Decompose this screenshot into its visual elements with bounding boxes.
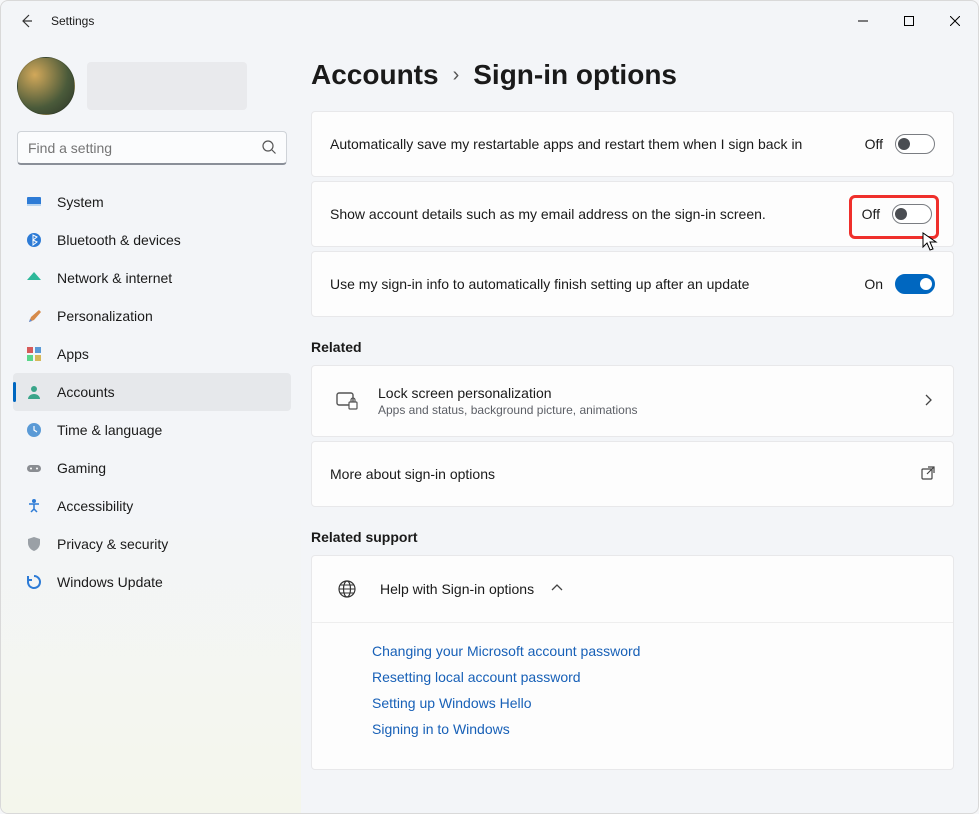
nav-item-gaming[interactable]: Gaming <box>13 449 291 487</box>
nav-label: System <box>57 194 104 210</box>
nav-label: Privacy & security <box>57 536 168 552</box>
breadcrumb-parent[interactable]: Accounts <box>311 59 439 91</box>
setting-auto-finish-setup: Use my sign-in info to automatically fin… <box>311 251 954 317</box>
toggle-state-label: Off <box>862 206 880 222</box>
toggle-auto-setup[interactable] <box>895 274 935 294</box>
globe-icon <box>330 572 364 606</box>
nav-item-apps[interactable]: Apps <box>13 335 291 373</box>
profile-name-placeholder <box>87 62 247 110</box>
back-button[interactable] <box>9 3 45 39</box>
help-link-change-ms-password[interactable]: Changing your Microsoft account password <box>372 643 935 659</box>
close-icon <box>950 16 960 26</box>
related-heading: Related <box>311 339 954 355</box>
nav-item-system[interactable]: System <box>13 183 291 221</box>
nav-label: Network & internet <box>57 270 172 286</box>
chevron-right-icon <box>921 393 935 410</box>
toggle-auto-restart[interactable] <box>895 134 935 154</box>
setting-label: Use my sign-in info to automatically fin… <box>330 276 850 292</box>
close-button[interactable] <box>932 5 978 37</box>
nav-item-accounts[interactable]: Accounts <box>13 373 291 411</box>
chevron-up-icon <box>550 581 564 598</box>
apps-icon <box>25 345 43 363</box>
person-icon <box>25 383 43 401</box>
profile-block[interactable] <box>17 57 287 115</box>
nav-label: Windows Update <box>57 574 163 590</box>
help-title: Help with Sign-in options <box>380 581 534 597</box>
minimize-icon <box>858 16 868 26</box>
help-header[interactable]: Help with Sign-in options <box>312 556 953 622</box>
help-panel: Help with Sign-in options Changing your … <box>311 555 954 770</box>
nav-label: Accessibility <box>57 498 133 514</box>
setting-show-account-details: Show account details such as my email ad… <box>311 181 954 247</box>
nav-label: Accounts <box>57 384 115 400</box>
toggle-show-account-details[interactable] <box>892 204 932 224</box>
help-links: Changing your Microsoft account password… <box>312 622 953 769</box>
nav-label: Personalization <box>57 308 153 324</box>
maximize-button[interactable] <box>886 5 932 37</box>
setting-label: Automatically save my restartable apps a… <box>330 136 851 152</box>
settings-window: Settings System Bluetooth & devices Netw… <box>0 0 979 814</box>
annotation-highlight: Off <box>849 195 939 239</box>
titlebar: Settings <box>1 1 978 41</box>
main-content: Accounts › Sign-in options Automatically… <box>301 41 978 813</box>
nav-item-accessibility[interactable]: Accessibility <box>13 487 291 525</box>
minimize-button[interactable] <box>840 5 886 37</box>
wifi-icon <box>25 269 43 287</box>
nav-label: Apps <box>57 346 89 362</box>
bluetooth-icon <box>25 231 43 249</box>
maximize-icon <box>904 16 914 26</box>
setting-auto-restart-apps: Automatically save my restartable apps a… <box>311 111 954 177</box>
nav-label: Time & language <box>57 422 162 438</box>
search-input[interactable] <box>17 131 287 165</box>
clock-icon <box>25 421 43 439</box>
search-box[interactable] <box>17 131 287 165</box>
nav-list: System Bluetooth & devices Network & int… <box>13 183 291 601</box>
related-title: Lock screen personalization <box>378 385 907 401</box>
system-icon <box>25 193 43 211</box>
open-link-icon <box>921 466 935 483</box>
page-title: Sign-in options <box>473 59 677 91</box>
accessibility-icon <box>25 497 43 515</box>
sidebar: System Bluetooth & devices Network & int… <box>1 41 301 813</box>
avatar <box>17 57 75 115</box>
update-icon <box>25 573 43 591</box>
arrow-left-icon <box>19 13 35 29</box>
help-link-signing-in[interactable]: Signing in to Windows <box>372 721 935 737</box>
related-subtitle: Apps and status, background picture, ani… <box>378 403 907 417</box>
help-link-reset-local-password[interactable]: Resetting local account password <box>372 669 935 685</box>
related-title: More about sign-in options <box>330 466 907 482</box>
related-more-signin[interactable]: More about sign-in options <box>311 441 954 507</box>
gamepad-icon <box>25 459 43 477</box>
nav-item-time[interactable]: Time & language <box>13 411 291 449</box>
toggle-state-label: On <box>864 276 883 292</box>
window-title: Settings <box>51 14 840 28</box>
shield-icon <box>25 535 43 553</box>
setting-label: Show account details such as my email ad… <box>330 206 845 222</box>
chevron-right-icon: › <box>453 64 460 87</box>
brush-icon <box>25 307 43 325</box>
nav-item-network[interactable]: Network & internet <box>13 259 291 297</box>
breadcrumb: Accounts › Sign-in options <box>311 59 954 91</box>
nav-item-privacy[interactable]: Privacy & security <box>13 525 291 563</box>
nav-label: Bluetooth & devices <box>57 232 181 248</box>
nav-item-bluetooth[interactable]: Bluetooth & devices <box>13 221 291 259</box>
nav-item-personalization[interactable]: Personalization <box>13 297 291 335</box>
related-lock-screen[interactable]: Lock screen personalization Apps and sta… <box>311 365 954 437</box>
search-icon <box>261 139 277 158</box>
nav-label: Gaming <box>57 460 106 476</box>
related-support-heading: Related support <box>311 529 954 545</box>
monitor-lock-icon <box>330 384 364 418</box>
help-link-windows-hello[interactable]: Setting up Windows Hello <box>372 695 935 711</box>
toggle-state-label: Off <box>865 136 883 152</box>
nav-item-update[interactable]: Windows Update <box>13 563 291 601</box>
